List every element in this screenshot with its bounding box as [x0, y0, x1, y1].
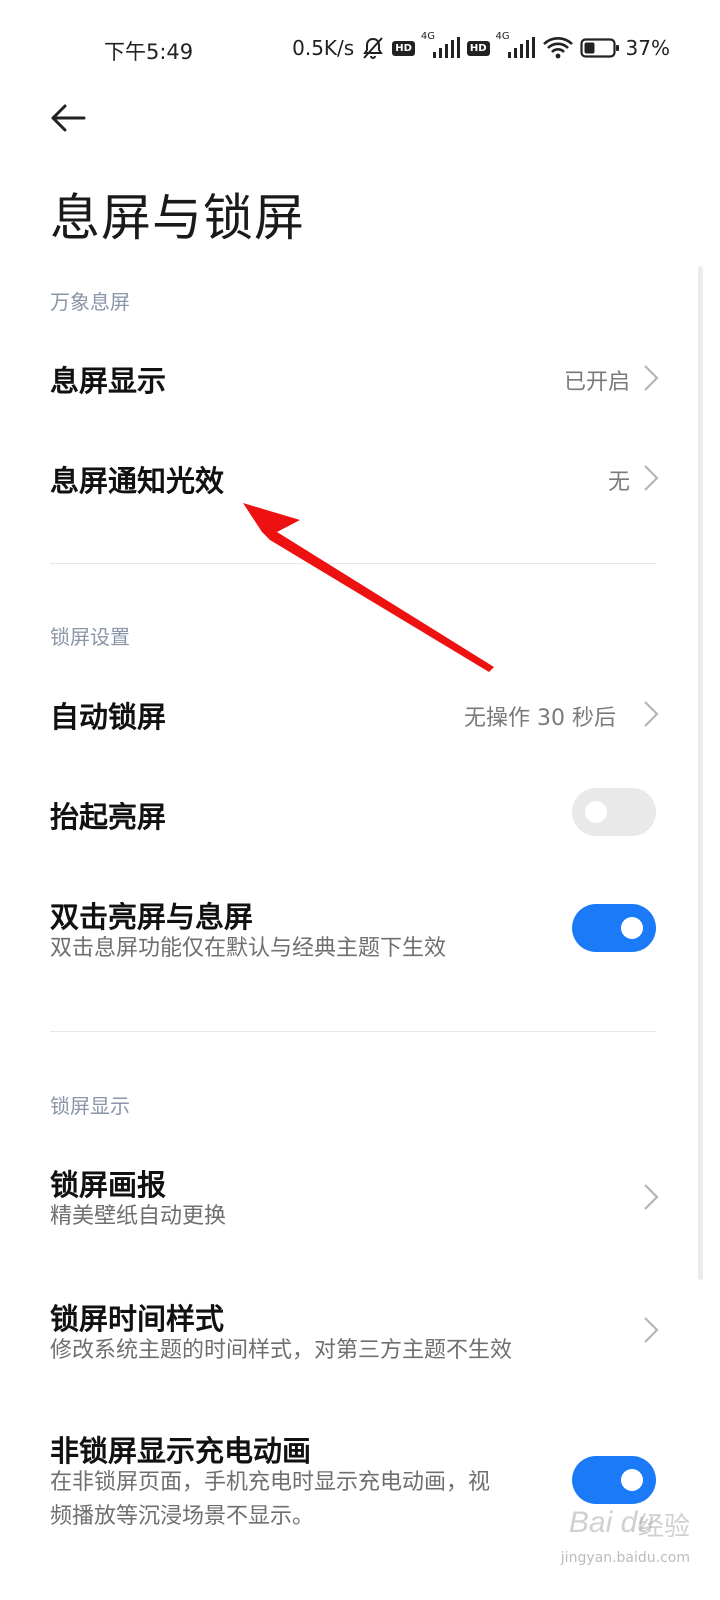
row-title: 双击亮屏与息屏	[50, 900, 254, 934]
row-value: 无操作 30 秒后	[464, 706, 616, 731]
divider	[50, 563, 656, 564]
toggle-knob	[621, 1469, 643, 1491]
page-title: 息屏与锁屏	[50, 189, 305, 247]
raise-to-wake-toggle[interactable]	[572, 788, 656, 836]
row-value: 无	[607, 470, 630, 495]
back-arrow-icon	[51, 104, 86, 132]
row-title: 锁屏画报	[50, 1168, 167, 1202]
chevron-right-icon	[644, 1317, 659, 1343]
baidu-jingyan-watermark: Bai du 经验 jingyan.baidu.com	[518, 1502, 698, 1582]
row-subtitle: 精美壁纸自动更换	[50, 1204, 227, 1229]
toggle-knob	[585, 801, 607, 823]
signal-icon: 4G	[421, 31, 461, 61]
row-title: 非锁屏显示充电动画	[50, 1434, 312, 1468]
settings-row-auto-lock[interactable]: 自动锁屏 无操作 30 秒后	[0, 664, 720, 760]
battery-icon	[579, 37, 620, 59]
chevron-right-icon	[644, 365, 659, 391]
row-subtitle: 修改系统主题的时间样式，对第三方主题不生效	[50, 1338, 513, 1363]
settings-row-double-tap[interactable]: 双击亮屏与息屏 双击息屏功能仅在默认与经典主题下生效	[0, 880, 720, 990]
section-header-lock-display: 锁屏显示	[50, 1094, 130, 1118]
settings-row-clock-style[interactable]: 锁屏时间样式 修改系统主题的时间样式，对第三方主题不生效	[0, 1284, 720, 1394]
watermark-jingyan: 经验	[637, 1512, 690, 1542]
row-title: 息屏通知光效	[50, 464, 225, 498]
charging-animation-toggle[interactable]	[572, 1456, 656, 1504]
toggle-knob	[621, 917, 643, 939]
status-bar: 下午5:49 0.5K/s HD 4G HD 4G 37%	[0, 0, 720, 96]
status-time: 下午5:49	[104, 40, 194, 64]
chevron-right-icon	[644, 465, 659, 491]
divider	[50, 1031, 656, 1032]
row-title: 自动锁屏	[50, 700, 167, 734]
settings-row-raise-to-wake[interactable]: 抬起亮屏	[0, 766, 720, 862]
section-header-aod: 万象息屏	[50, 290, 130, 314]
row-subtitle: 双击息屏功能仅在默认与经典主题下生效	[50, 936, 447, 961]
signal-icon-2: 4G	[496, 31, 536, 61]
settings-row-aod-display[interactable]: 息屏显示 已开启	[0, 330, 720, 426]
chevron-right-icon	[644, 701, 659, 727]
row-subtitle-line2: 频播放等沉浸场景不显示。	[50, 1504, 315, 1529]
double-tap-toggle[interactable]	[572, 904, 656, 952]
back-button[interactable]	[44, 96, 100, 140]
row-title: 抬起亮屏	[50, 800, 167, 834]
row-value: 已开启	[563, 370, 630, 395]
row-title: 息屏显示	[50, 364, 167, 398]
battery-percent: 37%	[625, 36, 670, 60]
sim1-hd-badge: HD	[392, 40, 415, 56]
sim2-hd-badge: HD	[466, 40, 490, 56]
status-icons: 0.5K/s HD 4G HD 4G 37%	[292, 31, 670, 62]
chevron-right-icon	[644, 1184, 659, 1210]
settings-row-lockscreen-wallpaper[interactable]: 锁屏画报 精美壁纸自动更换	[0, 1150, 720, 1260]
row-title: 锁屏时间样式	[50, 1302, 225, 1336]
section-header-lock: 锁屏设置	[50, 625, 130, 649]
mute-bell-icon	[360, 35, 386, 61]
row-subtitle-line1: 在非锁屏页面，手机充电时显示充电动画，视	[50, 1470, 491, 1495]
wifi-icon	[542, 35, 574, 61]
watermark-url: jingyan.baidu.com	[560, 1550, 690, 1566]
net-speed: 0.5K/s	[292, 36, 355, 60]
settings-row-aod-notification-light[interactable]: 息屏通知光效 无	[0, 430, 720, 526]
